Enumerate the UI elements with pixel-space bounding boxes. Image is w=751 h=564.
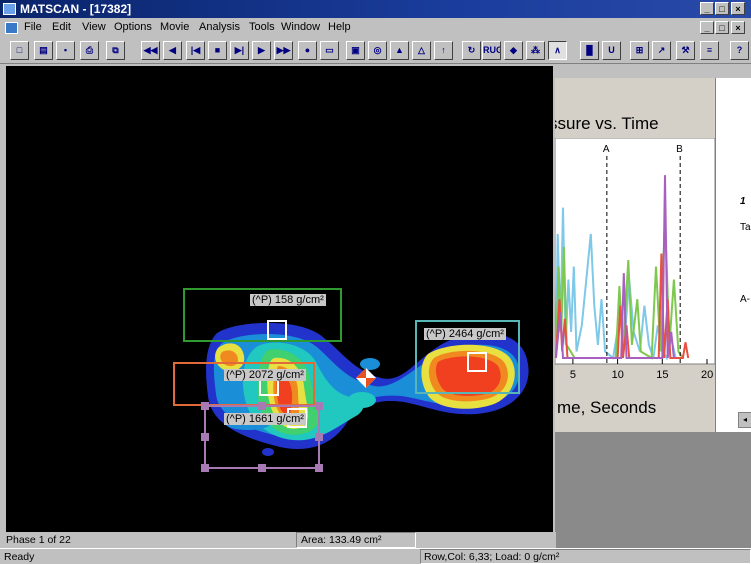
report-icon[interactable]: ≡ xyxy=(700,41,719,60)
color-scale-icon[interactable]: █ xyxy=(580,41,599,60)
side-label-1: 1 xyxy=(740,196,746,207)
frame-icon[interactable]: ▭ xyxy=(320,41,339,60)
menu-options[interactable]: Options xyxy=(114,21,152,33)
empty-workspace xyxy=(555,432,751,552)
wireframe-icon[interactable]: △ xyxy=(412,41,431,60)
ready-status: Ready xyxy=(4,551,35,563)
box-forefoot-label: (^P) 2464 g/cm² xyxy=(424,328,506,340)
box-midfoot-label: (^P) 2072 g/cm² xyxy=(224,369,306,381)
side-label-3: A- xyxy=(740,294,750,305)
view-status-bar: Phase 1 of 22 Area: 133.49 cm² xyxy=(0,532,556,548)
close-button[interactable]: × xyxy=(731,2,745,15)
fast-forward-icon[interactable]: ▶▶ xyxy=(274,41,293,60)
x-tick-label: 15 xyxy=(656,369,668,381)
record-icon[interactable]: ● xyxy=(298,41,317,60)
step-back-icon[interactable]: ◀ xyxy=(163,41,182,60)
cof-trajectory-icon[interactable]: ⁂ xyxy=(526,41,545,60)
tools-icon[interactable]: ⚒ xyxy=(676,41,695,60)
copy-icon[interactable]: ⧉ xyxy=(106,41,125,60)
menu-edit[interactable]: Edit xyxy=(52,21,71,33)
save-icon[interactable]: ▪ xyxy=(56,41,75,60)
plot-background xyxy=(555,138,715,365)
x-tick-label: 5 xyxy=(570,369,576,381)
rewind-icon[interactable]: ◀◀ xyxy=(141,41,160,60)
contour-icon[interactable]: ◎ xyxy=(368,41,387,60)
go-end-icon[interactable]: ▶| xyxy=(230,41,249,60)
go-start-icon[interactable]: |◀ xyxy=(186,41,205,60)
side-label-2: Ta xyxy=(740,222,751,233)
refresh-icon[interactable]: ↻ xyxy=(462,41,481,60)
side-panel: 1 Ta A- ◂ xyxy=(715,78,751,432)
rug-icon[interactable]: RUG xyxy=(482,41,501,60)
maximize-button[interactable]: □ xyxy=(715,2,729,15)
window-title: MATSCAN - [17382] xyxy=(20,2,132,16)
calibrate-icon[interactable]: U xyxy=(602,41,621,60)
display-2d-icon[interactable]: ▣ xyxy=(346,41,365,60)
child-minimize-button[interactable]: _ xyxy=(700,21,714,34)
peak-icon[interactable]: ∧ xyxy=(548,41,567,60)
box-heel-label: (^P) 1661 g/cm² xyxy=(224,413,306,425)
scroll-left-button[interactable]: ◂ xyxy=(738,412,751,428)
app-icon xyxy=(3,3,16,15)
menu-bar: File Edit View Options Movie Analysis To… xyxy=(0,18,751,38)
help-icon[interactable]: ? xyxy=(730,41,749,60)
stop-icon[interactable]: ■ xyxy=(208,41,227,60)
rowcol-readout: Row,Col: 6,33; Load: 0 g/cm² xyxy=(424,551,560,563)
x-tick-label: 10 xyxy=(612,369,624,381)
display-3d-icon[interactable]: ▲ xyxy=(390,41,409,60)
graph-xlabel: me, Seconds xyxy=(557,398,657,417)
print-icon[interactable]: ⎙ xyxy=(80,41,99,60)
menu-analysis[interactable]: Analysis xyxy=(199,21,240,33)
menu-movie[interactable]: Movie xyxy=(160,21,189,33)
menu-view[interactable]: View xyxy=(82,21,106,33)
area-field: Area: 133.49 cm² xyxy=(296,532,416,548)
chart-icon[interactable]: ↗ xyxy=(652,41,671,60)
title-bar: MATSCAN - [17382] _ □ × xyxy=(0,0,751,18)
box-toes-label: (^P) 158 g/cm² xyxy=(250,294,326,306)
area-readout: Area: 133.49 cm² xyxy=(301,534,382,546)
menu-help[interactable]: Help xyxy=(328,21,351,33)
graph-window[interactable]: ssure vs. Time me, Seconds A B 5 10 15 20 1 … xyxy=(555,78,751,432)
grid-icon[interactable]: ⊞ xyxy=(630,41,649,60)
graph-title: ssure vs. Time xyxy=(555,114,659,133)
right-panel-strip xyxy=(555,66,751,78)
open-icon[interactable]: ▤ xyxy=(34,41,53,60)
marker-label-b: B xyxy=(676,144,683,155)
menu-window[interactable]: Window xyxy=(281,21,320,33)
main-status-bar: Ready Row,Col: 6,33; Load: 0 g/cm² xyxy=(0,548,751,564)
x-tick-label: 20 xyxy=(701,369,713,381)
document-icon xyxy=(5,22,18,34)
child-restore-button[interactable]: □ xyxy=(715,21,729,34)
footprint-outline xyxy=(206,322,529,456)
pressure-map-view[interactable]: (^P) 158 g/cm² (^P) 2464 g/cm² (^P) 2072… xyxy=(6,66,553,532)
center-force-icon[interactable]: ◆ xyxy=(504,41,523,60)
graph-icon[interactable]: ↑ xyxy=(434,41,453,60)
minimize-button[interactable]: _ xyxy=(700,2,714,15)
graph-area: ssure vs. Time me, Seconds A B 5 10 15 20 xyxy=(555,78,715,432)
child-close-button[interactable]: × xyxy=(731,21,745,34)
graph-plot: A B 5 10 15 20 xyxy=(555,138,715,381)
marker-label-a: A xyxy=(603,144,610,155)
play-icon[interactable]: ▶ xyxy=(252,41,271,60)
menu-tools[interactable]: Tools xyxy=(249,21,275,33)
rowcol-field: Row,Col: 6,33; Load: 0 g/cm² xyxy=(420,549,751,564)
toolbar: □ ▤ ▪ ⎙ ⧉ ◀◀ ◀ |◀ ■ ▶| ▶ ▶▶ ● ▭ ▣ ◎ ▲ △ ↑ ↻ RUG ◆ ⁂ ∧ █ U ⊞ ↗ ⚒ ≡? xyxy=(0,38,751,64)
phase-indicator: Phase 1 of 22 xyxy=(6,534,71,546)
new-icon[interactable]: □ xyxy=(10,41,29,60)
menu-file[interactable]: File xyxy=(24,21,42,33)
